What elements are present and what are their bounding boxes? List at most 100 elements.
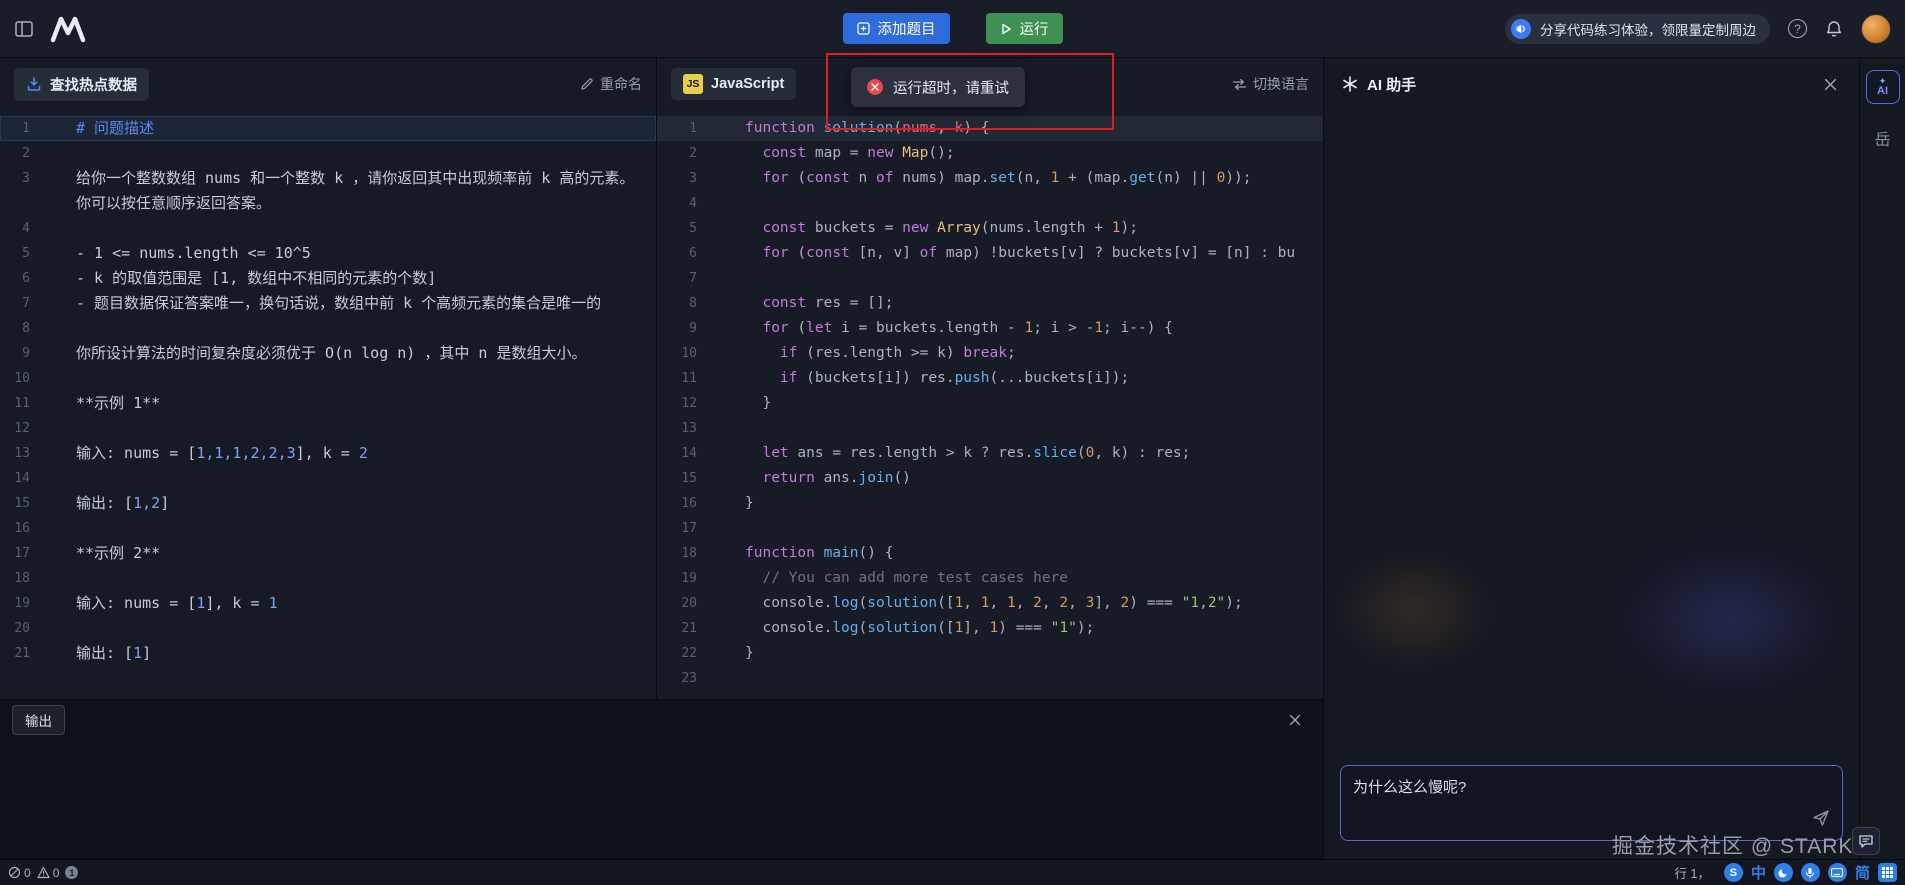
editor-row[interactable]: 16} (657, 491, 1323, 516)
cursor-position[interactable]: 行 1， (1675, 863, 1710, 882)
line-content[interactable]: const map = new Map(); (715, 141, 955, 166)
editor-row[interactable]: 22} (657, 641, 1323, 666)
output-tab[interactable]: 输出 (12, 705, 65, 735)
line-content[interactable]: } (715, 391, 771, 416)
editor-row[interactable]: 8 const res = []; (657, 291, 1323, 316)
chat-float-button[interactable] (1852, 827, 1880, 855)
extension-tool-icon[interactable]: 岳 (1874, 126, 1890, 150)
app-logo[interactable] (50, 14, 86, 44)
run-button[interactable]: 运行 (986, 13, 1063, 44)
line-content[interactable] (46, 316, 76, 341)
line-content[interactable]: 输出: [1,2] (46, 491, 169, 516)
promo-banner[interactable]: 分享代码练习体验，领限量定制周边 (1505, 14, 1770, 44)
ime-logo-icon[interactable]: S (1724, 863, 1743, 882)
line-content[interactable]: } (715, 641, 754, 666)
editor-row[interactable]: 11**示例 1** (0, 391, 656, 416)
line-content[interactable]: 你所设计算法的时间复杂度必须优于 O(n log n) ，其中 n 是数组大小。 (46, 341, 586, 366)
editor-row[interactable]: 16 (0, 516, 656, 541)
ime-chinese-mode-icon[interactable]: 中 (1751, 862, 1766, 883)
ime-simplified-icon[interactable]: 简 (1855, 862, 1870, 883)
ai-close-icon[interactable] (1824, 78, 1837, 91)
ai-chat-input[interactable]: 为什么这么慢呢? (1340, 765, 1843, 841)
editor-row[interactable]: 3给你一个整数数组 nums 和一个整数 k ，请你返回其中出现频率前 k 高的… (0, 166, 656, 191)
problems-summary[interactable]: 0 0 1 (8, 866, 78, 880)
ime-mic-icon[interactable] (1801, 863, 1820, 882)
editor-row[interactable]: 14 (0, 466, 656, 491)
line-content[interactable]: for (let i = buckets.length - 1; i > -1;… (715, 316, 1173, 341)
line-content[interactable]: - 1 <= nums.length <= 10^5 (46, 241, 311, 266)
line-content[interactable]: **示例 1** (46, 391, 160, 416)
line-content[interactable]: - 题目数据保证答案唯一，换句话说，数组中前 k 个高频元素的集合是唯一的 (46, 291, 601, 316)
line-content[interactable]: if (buckets[i]) res.push(...buckets[i]); (715, 366, 1129, 391)
editor-row[interactable]: 4 (657, 191, 1323, 216)
line-content[interactable]: function solution(nums, k) { (715, 116, 989, 141)
avatar[interactable] (1861, 14, 1891, 44)
editor-row[interactable]: 12 (0, 416, 656, 441)
editor-row[interactable]: 21 console.log(solution([1], 1) === "1")… (657, 616, 1323, 641)
editor-row[interactable]: 19输入: nums = [1], k = 1 (0, 591, 656, 616)
line-content[interactable] (46, 366, 76, 391)
line-content[interactable] (46, 141, 76, 166)
line-content[interactable] (715, 666, 745, 691)
line-content[interactable]: 输出: [1] (46, 641, 151, 666)
editor-row[interactable]: 10 if (res.length >= k) break; (657, 341, 1323, 366)
output-close-icon[interactable] (1289, 714, 1301, 726)
editor-row[interactable]: 20 (0, 616, 656, 641)
line-content[interactable] (715, 416, 745, 441)
editor-row[interactable]: 17 (657, 516, 1323, 541)
editor-row[interactable]: 6- k 的取值范围是 [1, 数组中不相同的元素的个数] (0, 266, 656, 291)
line-content[interactable] (715, 266, 745, 291)
editor-row[interactable]: 7- 题目数据保证答案唯一，换句话说，数组中前 k 个高频元素的集合是唯一的 (0, 291, 656, 316)
editor-row[interactable]: 17**示例 2** (0, 541, 656, 566)
editor-row[interactable]: 15输出: [1,2] (0, 491, 656, 516)
line-content[interactable] (46, 466, 76, 491)
editor-row[interactable]: 4 (0, 216, 656, 241)
line-content[interactable]: let ans = res.length > k ? res.slice(0, … (715, 441, 1190, 466)
editor-row[interactable]: 5 const buckets = new Array(nums.length … (657, 216, 1323, 241)
ai-sidebar-button[interactable]: ✦ AI (1866, 70, 1900, 104)
editor-row[interactable]: 13输入: nums = [1,1,1,2,2,3], k = 2 (0, 441, 656, 466)
line-content[interactable] (46, 616, 76, 641)
line-content[interactable]: 给你一个整数数组 nums 和一个整数 k ，请你返回其中出现频率前 k 高的元… (46, 166, 634, 191)
editor-row[interactable]: 8 (0, 316, 656, 341)
help-icon[interactable]: ? (1788, 19, 1807, 38)
editor-row[interactable]: 18function main() { (657, 541, 1323, 566)
problem-editor[interactable]: 1# 问题描述23给你一个整数数组 nums 和一个整数 k ，请你返回其中出现… (0, 110, 656, 699)
editor-row[interactable]: 7 (657, 266, 1323, 291)
line-content[interactable]: const res = []; (715, 291, 893, 316)
line-content[interactable] (715, 191, 745, 216)
editor-row[interactable]: 19 // You can add more test cases here (657, 566, 1323, 591)
line-content[interactable]: **示例 2** (46, 541, 160, 566)
line-content[interactable]: return ans.join() (715, 466, 911, 491)
editor-row[interactable]: 14 let ans = res.length > k ? res.slice(… (657, 441, 1323, 466)
line-content[interactable] (46, 566, 76, 591)
line-content[interactable] (715, 516, 745, 541)
editor-row[interactable]: 11 if (buckets[i]) res.push(...buckets[i… (657, 366, 1323, 391)
line-content[interactable]: - k 的取值范围是 [1, 数组中不相同的元素的个数] (46, 266, 436, 291)
editor-row[interactable]: 6 for (const [n, v] of map) !buckets[v] … (657, 241, 1323, 266)
editor-row[interactable]: 13 (657, 416, 1323, 441)
ime-keyboard-icon[interactable] (1828, 863, 1847, 882)
line-content[interactable]: for (const n of nums) map.set(n, 1 + (ma… (715, 166, 1252, 191)
editor-row[interactable]: 21输出: [1] (0, 641, 656, 666)
editor-row[interactable]: 2 (0, 141, 656, 166)
add-problem-button[interactable]: 添加题目 (843, 13, 950, 44)
editor-row[interactable]: 你可以按任意顺序返回答案。 (0, 191, 656, 216)
editor-row[interactable]: 10 (0, 366, 656, 391)
line-content[interactable] (46, 216, 76, 241)
ime-moon-icon[interactable] (1774, 863, 1793, 882)
line-content[interactable]: 输入: nums = [1,1,1,2,2,3], k = 2 (46, 441, 368, 466)
line-content[interactable]: if (res.length >= k) break; (715, 341, 1016, 366)
ime-grid-icon[interactable] (1878, 863, 1897, 882)
sidebar-toggle-icon[interactable] (14, 19, 34, 39)
editor-row[interactable]: 3 for (const n of nums) map.set(n, 1 + (… (657, 166, 1323, 191)
line-content[interactable]: const buckets = new Array(nums.length + … (715, 216, 1138, 241)
rename-button[interactable]: 重命名 (580, 74, 642, 94)
editor-row[interactable]: 15 return ans.join() (657, 466, 1323, 491)
editor-row[interactable]: 1function solution(nums, k) { (657, 116, 1323, 141)
send-icon[interactable] (1812, 809, 1830, 832)
problem-title-chip[interactable]: 查找热点数据 (14, 68, 149, 101)
line-content[interactable]: // You can add more test cases here (715, 566, 1068, 591)
line-content[interactable]: } (715, 491, 754, 516)
line-content[interactable]: for (const [n, v] of map) !buckets[v] ? … (715, 241, 1295, 266)
